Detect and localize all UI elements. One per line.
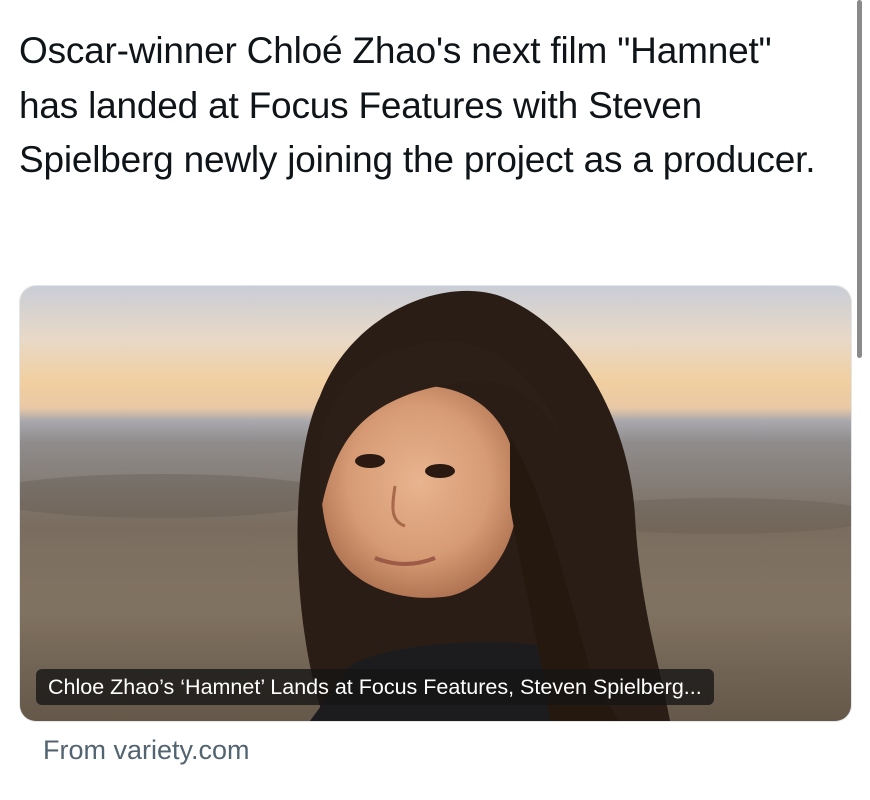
tweet-text: Oscar-winner Chloé Zhao's next film "Ham… [19, 30, 816, 180]
source-link[interactable]: From variety.com [43, 732, 250, 768]
card-title: Chloe Zhao’s ‘Hamnet’ Lands at Focus Fea… [36, 669, 714, 705]
card-image [20, 286, 851, 721]
scrollbar[interactable] [857, 0, 862, 358]
link-preview-card[interactable]: Chloe Zhao’s ‘Hamnet’ Lands at Focus Fea… [19, 285, 852, 722]
